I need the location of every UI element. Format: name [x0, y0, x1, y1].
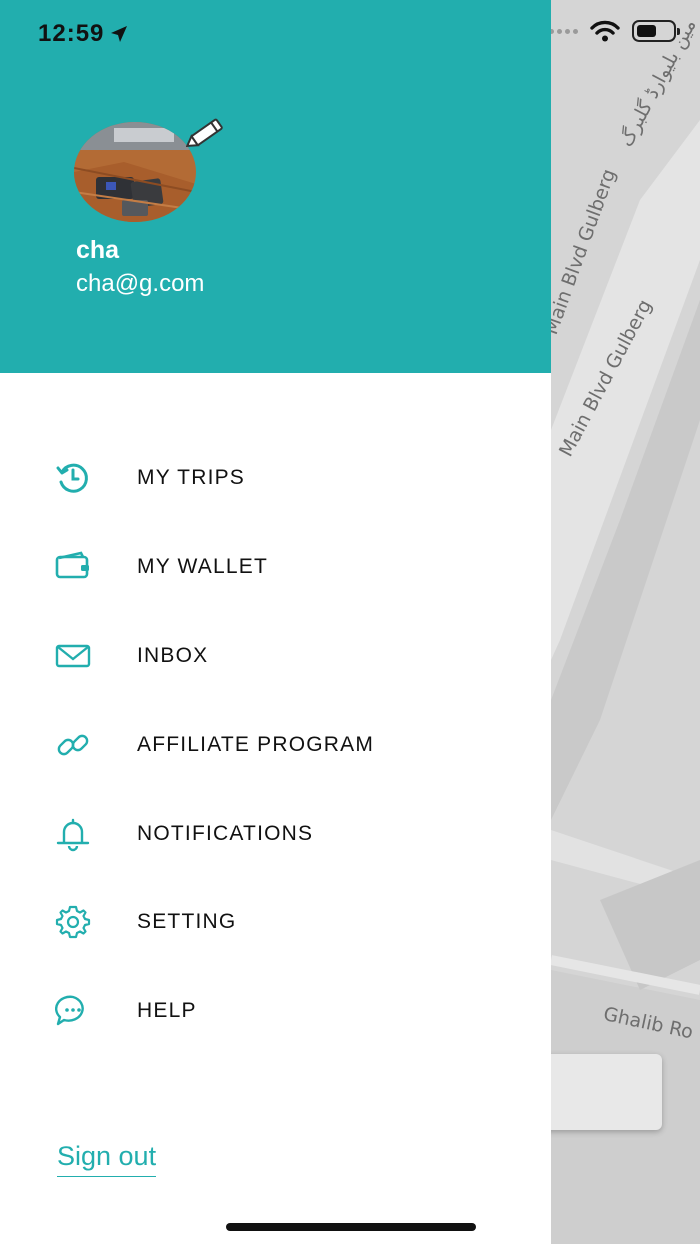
- battery-icon: [632, 20, 680, 42]
- menu-item-my-wallet[interactable]: MY WALLET: [0, 523, 551, 612]
- bell-icon: [54, 815, 92, 853]
- avatar-photo: [74, 122, 196, 222]
- drawer-header: 12:59 cha cha@g.com: [0, 0, 551, 373]
- status-time: 12:59: [38, 20, 128, 48]
- menu-label: MY TRIPS: [137, 466, 246, 490]
- menu-label: HELP: [137, 999, 197, 1023]
- user-email: cha@g.com: [76, 270, 205, 297]
- menu-label: NOTIFICATIONS: [137, 821, 314, 845]
- menu-item-my-trips[interactable]: MY TRIPS: [0, 434, 551, 523]
- clock-label: 12:59: [38, 20, 105, 47]
- link-icon: [54, 726, 92, 764]
- gear-icon: [54, 903, 92, 941]
- avatar[interactable]: [74, 122, 196, 222]
- history-icon: [54, 459, 92, 497]
- wifi-icon: [590, 20, 620, 42]
- menu-label: AFFILIATE PROGRAM: [137, 732, 375, 756]
- menu-label: INBOX: [137, 643, 209, 667]
- menu-label: SETTING: [137, 910, 237, 934]
- edit-pencil-icon[interactable]: [186, 114, 230, 150]
- cellular-signal-icon: [549, 28, 578, 34]
- menu-item-notifications[interactable]: NOTIFICATIONS: [0, 789, 551, 878]
- navigation-drawer: 12:59 cha cha@g.com MY TRIPS MY WALLET I…: [0, 0, 551, 1244]
- status-indicators: [549, 20, 680, 42]
- chat-icon: [54, 992, 92, 1030]
- home-indicator: [226, 1223, 476, 1231]
- mail-icon: [54, 637, 92, 675]
- menu-item-affiliate-program[interactable]: AFFILIATE PROGRAM: [0, 700, 551, 789]
- user-name: cha: [76, 236, 120, 264]
- sign-out-link[interactable]: Sign out: [57, 1141, 157, 1177]
- location-arrow-icon: [111, 26, 128, 42]
- menu-item-setting[interactable]: SETTING: [0, 878, 551, 967]
- menu-item-help[interactable]: HELP: [0, 967, 551, 1056]
- drawer-menu: MY TRIPS MY WALLET INBOX AFFILIATE PROGR…: [0, 434, 551, 1056]
- menu-item-inbox[interactable]: INBOX: [0, 612, 551, 701]
- wallet-icon: [54, 548, 92, 586]
- menu-label: MY WALLET: [137, 555, 268, 579]
